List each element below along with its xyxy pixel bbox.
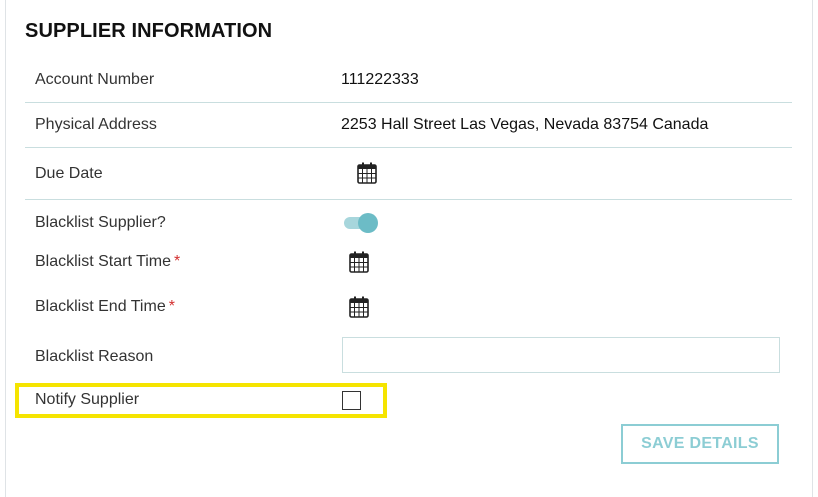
- save-details-button[interactable]: SAVE DETAILS: [621, 424, 779, 464]
- physical-address-value: 2253 Hall Street Las Vegas, Nevada 83754…: [341, 116, 709, 133]
- blacklist-supplier-toggle[interactable]: [342, 213, 378, 233]
- account-number-value: 111222333: [341, 71, 419, 88]
- calendar-icon[interactable]: [349, 251, 369, 273]
- due-date-row: Due Date: [25, 147, 792, 200]
- account-number-label: Account Number: [35, 71, 155, 88]
- calendar-icon[interactable]: [357, 162, 377, 184]
- account-number-row: Account Number 111222333: [25, 58, 792, 102]
- notify-supplier-label: Notify Supplier: [35, 391, 140, 408]
- blacklist-start-time-text: Blacklist Start Time: [35, 253, 172, 270]
- physical-address-row: Physical Address 2253 Hall Street Las Ve…: [25, 102, 792, 147]
- calendar-icon[interactable]: [349, 296, 369, 318]
- blacklist-supplier-label: Blacklist Supplier?: [35, 214, 166, 231]
- notify-supplier-checkbox[interactable]: [342, 391, 361, 410]
- toggle-knob: [358, 213, 378, 233]
- page-title: SUPPLIER INFORMATION: [25, 20, 273, 42]
- blacklist-reason-label: Blacklist Reason: [35, 348, 154, 365]
- physical-address-label: Physical Address: [35, 116, 157, 133]
- blacklist-start-time-label: Blacklist Start Time *: [35, 253, 180, 271]
- blacklist-reason-input[interactable]: [342, 337, 780, 373]
- blacklist-end-time-text: Blacklist End Time: [35, 298, 166, 315]
- due-date-label: Due Date: [35, 165, 103, 182]
- blacklist-end-time-label: Blacklist End Time *: [35, 298, 175, 316]
- section-divider: [25, 199, 792, 200]
- required-marker: *: [168, 298, 175, 315]
- required-marker: *: [174, 253, 181, 270]
